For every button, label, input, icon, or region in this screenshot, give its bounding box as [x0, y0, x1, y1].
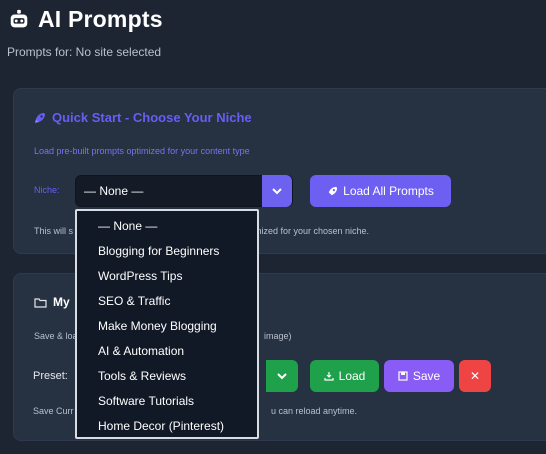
niche-option[interactable]: Blogging for Beginners: [77, 240, 257, 265]
preset-label: Preset:: [33, 370, 68, 382]
my-presets-note-start: Save Curr: [33, 406, 74, 416]
quick-start-note: This will s mized for your chosen niche.: [34, 226, 369, 236]
niche-dropdown-list: — None — Blogging for Beginners WordPres…: [75, 209, 259, 439]
save-preset-button[interactable]: Save: [384, 360, 454, 392]
niche-option[interactable]: WordPress Tips: [77, 265, 257, 290]
save-icon: [398, 371, 408, 381]
niche-option[interactable]: — None —: [77, 215, 257, 240]
my-presets-note-end: u can reload anytime.: [271, 406, 358, 416]
niche-option[interactable]: SEO & Traffic: [77, 290, 257, 315]
download-icon: [324, 372, 334, 381]
niche-option[interactable]: Home Decor (Pinterest): [77, 415, 257, 440]
preset-select-chevron[interactable]: [266, 360, 298, 392]
rocket-icon: [328, 186, 338, 195]
niche-option[interactable]: Software Tutorials: [77, 390, 257, 415]
niche-select-value: — None —: [84, 184, 144, 198]
robot-icon: [10, 9, 28, 27]
quick-start-title: Quick Start - Choose Your Niche: [34, 110, 252, 125]
my-presets-description: Save & loa image): [34, 331, 292, 341]
site-subtitle: Prompts for: No site selected: [7, 45, 162, 59]
load-all-prompts-button[interactable]: Load All Prompts: [310, 175, 451, 207]
page: AI Prompts Prompts for: No site selected…: [0, 0, 546, 454]
chevron-down-icon: [277, 373, 287, 380]
my-presets-desc-start: Save & loa: [34, 331, 78, 341]
header: AI Prompts: [8, 6, 163, 33]
load-all-prompts-label: Load All Prompts: [343, 184, 434, 198]
niche-option[interactable]: AI & Automation: [77, 340, 257, 365]
niche-option[interactable]: Make Money Blogging: [77, 315, 257, 340]
load-preset-label: Load: [338, 369, 366, 383]
folder-icon: [34, 297, 47, 308]
rocket-icon: [35, 112, 45, 123]
my-presets-note: Save Curr u can reload anytime.: [33, 406, 357, 416]
chevron-down-icon[interactable]: [262, 175, 292, 207]
niche-label: Niche:: [34, 185, 60, 195]
quick-start-description: Load pre-built prompts optimized for you…: [34, 146, 250, 156]
load-preset-button[interactable]: Load: [310, 360, 379, 392]
quick-start-title-text: Quick Start - Choose Your Niche: [52, 110, 252, 125]
niche-select[interactable]: — None —: [75, 175, 293, 207]
quick-start-note-end: mized for your chosen niche.: [254, 226, 370, 236]
quick-start-note-start: This will s: [34, 226, 74, 236]
save-preset-label: Save: [412, 369, 441, 383]
my-presets-title: My: [34, 295, 70, 309]
my-presets-title-text: My: [53, 295, 70, 309]
delete-preset-button[interactable]: ✕: [459, 360, 491, 392]
close-icon: ✕: [469, 369, 481, 383]
my-presets-desc-end: image): [264, 331, 292, 341]
niche-option[interactable]: Tools & Reviews: [77, 365, 257, 390]
page-title: AI Prompts: [38, 6, 163, 32]
